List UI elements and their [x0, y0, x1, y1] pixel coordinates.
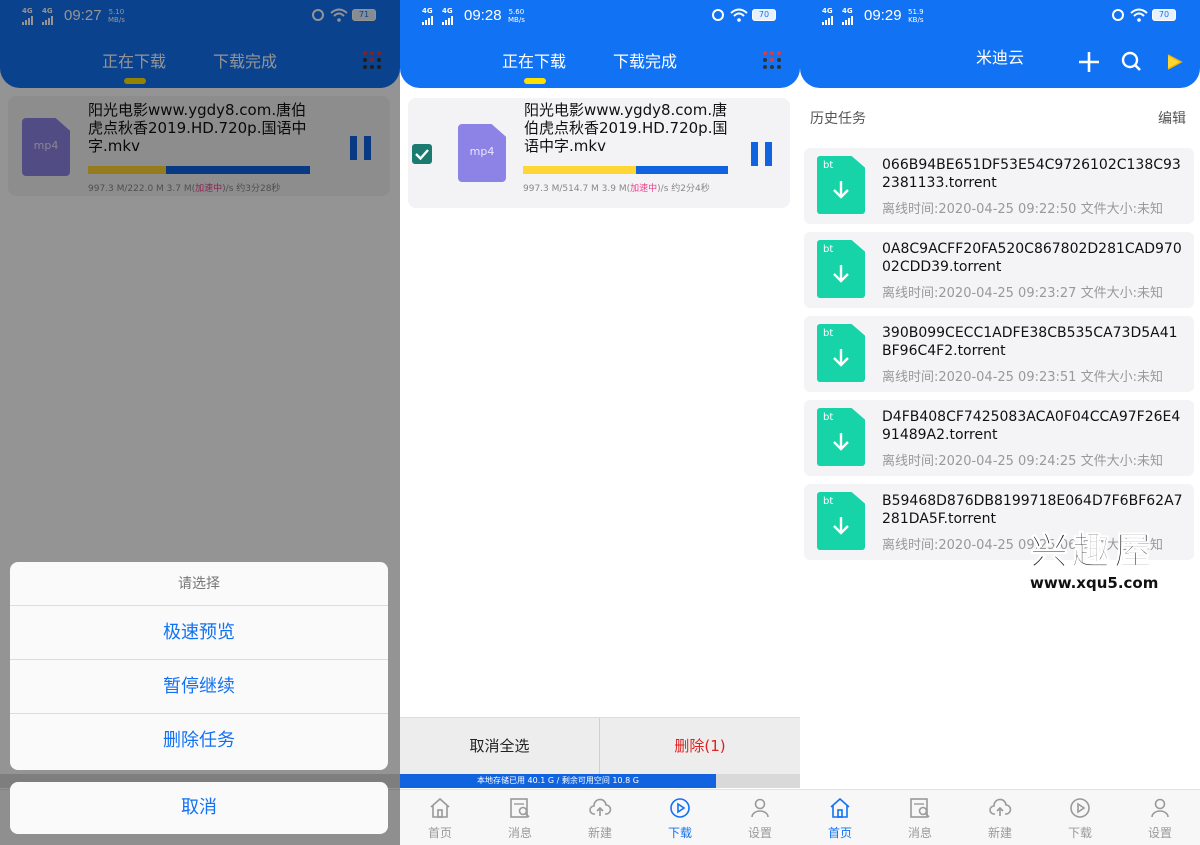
more-grid-icon[interactable] — [763, 51, 783, 71]
screenshot-collage: 4G 4G 09:27 5.10 MB/s 71 正在下载 下载完成 mp4 阳光… — [0, 0, 1200, 845]
delete-task-option[interactable]: 删除任务 — [10, 714, 388, 768]
history-section-title: 历史任务 — [810, 111, 866, 127]
download-card[interactable]: mp4 阳光电影www.ygdy8.com.唐伯虎点秋香2019.HD.720p… — [408, 98, 790, 208]
progress-fill — [523, 166, 636, 174]
home-icon — [430, 797, 450, 818]
battery-indicator: 70 — [1152, 9, 1176, 21]
delete-button[interactable]: 删除(1) — [600, 718, 800, 775]
battery-indicator: 70 — [752, 9, 776, 21]
signal-icon: 4G — [842, 8, 854, 25]
download-title: 阳光电影www.ygdy8.com.唐伯虎点秋香2019.HD.720p.国语中… — [524, 101, 728, 155]
download-arrow-icon — [833, 517, 849, 535]
torrent-file-icon: bt — [817, 408, 865, 466]
storage-bar: 本地存储已用 40.1 G / 剩余可用空间 10.8 G — [400, 774, 716, 788]
nav-messages[interactable]: 消息 — [480, 790, 560, 845]
history-item[interactable]: bt 066B94BE651DF53E54C9726102C138C932381… — [804, 148, 1194, 224]
pause-resume-option[interactable]: 暂停继续 — [10, 660, 388, 714]
nav-new[interactable]: 新建 — [560, 790, 640, 845]
selection-action-bar: 取消全选 删除(1) — [400, 717, 800, 775]
message-search-icon — [910, 798, 930, 818]
quick-preview-option[interactable]: 极速预览 — [10, 606, 388, 660]
watermark-logo: 兴趣屋 — [1030, 529, 1157, 573]
torrent-meta: 离线时间:2020-04-25 09:23:51 文件大小:未知 — [882, 370, 1163, 385]
cloud-upload-icon — [989, 798, 1012, 816]
wifi-icon — [1130, 8, 1148, 22]
download-arrow-icon — [833, 181, 849, 199]
edit-button[interactable]: 编辑 — [1158, 108, 1186, 128]
action-sheet: 请选择 极速预览 暂停继续 删除任务 — [10, 562, 388, 770]
cloud-upload-icon — [589, 798, 612, 816]
panel-downloading-action-sheet: 4G 4G 09:27 5.10 MB/s 71 正在下载 下载完成 mp4 阳光… — [0, 0, 400, 845]
watermark: 兴趣屋 www.xqu5.com — [1030, 529, 1170, 593]
torrent-name: D4FB408CF7425083ACA0F04CCA97F26E491489A2… — [882, 409, 1181, 443]
history-item[interactable]: bt 390B099CECC1ADFE38CB535CA73D5A41BF96C… — [804, 316, 1194, 392]
torrent-name: B59468D876DB8199718E064D7F6BF62A7281DA5F… — [882, 493, 1183, 527]
status-time: 09:29 — [864, 7, 902, 24]
tab-indicator — [524, 78, 546, 84]
nav-home[interactable]: 首页 — [400, 790, 480, 845]
app-header: 4G 4G 09:29 51.9 KB/s 70 米迪云 — [800, 0, 1200, 88]
play-icon[interactable] — [1164, 52, 1184, 72]
deselect-all-button[interactable]: 取消全选 — [400, 718, 600, 775]
alarm-icon — [1112, 9, 1124, 21]
download-progress-bar — [523, 166, 728, 174]
user-icon — [751, 798, 769, 818]
torrent-file-icon: bt — [817, 240, 865, 298]
status-bar: 4G 4G 09:29 51.9 KB/s 70 — [800, 0, 1200, 32]
status-bar: 4G 4G 09:28 5.60 MB/s 70 — [400, 0, 800, 32]
torrent-name: 0A8C9ACFF20FA520C867802D281CAD97002CDD39… — [882, 241, 1182, 275]
video-file-icon: mp4 — [458, 124, 506, 182]
plus-icon[interactable] — [1078, 51, 1100, 73]
action-sheet-title: 请选择 — [10, 562, 388, 606]
signal-icon: 4G — [422, 8, 434, 25]
torrent-file-icon: bt — [817, 324, 865, 382]
nav-download[interactable]: 下载 — [640, 790, 720, 845]
nav-messages[interactable]: 消息 — [880, 790, 960, 845]
torrent-meta: 离线时间:2020-04-25 09:23:27 文件大小:未知 — [882, 286, 1163, 301]
nav-download[interactable]: 下载 — [1040, 790, 1120, 845]
torrent-meta: 离线时间:2020-04-25 09:22:50 文件大小:未知 — [882, 202, 1163, 217]
download-arrow-icon — [833, 349, 849, 367]
select-checkbox[interactable] — [412, 144, 432, 164]
nav-new[interactable]: 新建 — [960, 790, 1040, 845]
message-search-icon — [510, 798, 530, 818]
history-item[interactable]: bt D4FB408CF7425083ACA0F04CCA97F26E49148… — [804, 400, 1194, 476]
play-circle-icon — [1070, 798, 1090, 818]
torrent-meta: 离线时间:2020-04-25 09:24:25 文件大小:未知 — [882, 454, 1163, 469]
download-status: 997.3 M/514.7 M 3.9 M(加速中)/s 约2分4秒 — [523, 184, 710, 194]
wifi-icon — [730, 8, 748, 22]
bottom-navigation: 首页 消息 新建 下载 设置 — [400, 789, 800, 845]
torrent-file-icon: bt — [817, 156, 865, 214]
user-icon — [1151, 798, 1169, 818]
app-header: 4G 4G 09:28 5.60 MB/s 70 正在下载 下载完成 — [400, 0, 800, 88]
tab-downloading[interactable]: 正在下载 — [502, 48, 566, 72]
status-time: 09:28 — [464, 7, 502, 24]
panel-history: 4G 4G 09:29 51.9 KB/s 70 米迪云 历史任务 编辑 bt 0… — [800, 0, 1200, 845]
watermark-url: www.xqu5.com — [1030, 574, 1159, 592]
bottom-navigation: 首页 消息 新建 下载 设置 — [800, 789, 1200, 845]
signal-icon: 4G — [442, 8, 454, 25]
nav-settings[interactable]: 设置 — [720, 790, 800, 845]
play-circle-icon — [670, 798, 690, 818]
nav-home[interactable]: 首页 — [800, 790, 880, 845]
network-speed: 51.9 KB/s — [908, 8, 924, 24]
panel-downloading-select: 4G 4G 09:28 5.60 MB/s 70 正在下载 下载完成 mp4 阳光… — [400, 0, 800, 845]
torrent-file-icon: bt — [817, 492, 865, 550]
home-icon — [830, 797, 850, 818]
signal-icon: 4G — [822, 8, 834, 25]
torrent-name: 066B94BE651DF53E54C9726102C138C932381133… — [882, 157, 1181, 191]
nav-settings[interactable]: 设置 — [1120, 790, 1200, 845]
tab-completed[interactable]: 下载完成 — [613, 48, 677, 72]
alarm-icon — [712, 9, 724, 21]
network-speed: 5.60 MB/s — [508, 8, 525, 24]
download-arrow-icon — [833, 265, 849, 283]
download-arrow-icon — [833, 433, 849, 451]
check-icon — [415, 149, 429, 161]
pause-icon[interactable] — [751, 142, 773, 166]
search-icon[interactable] — [1120, 50, 1142, 72]
history-item[interactable]: bt 0A8C9ACFF20FA520C867802D281CAD97002CD… — [804, 232, 1194, 308]
cancel-button[interactable]: 取消 — [10, 782, 388, 834]
torrent-name: 390B099CECC1ADFE38CB535CA73D5A41BF96C4F2… — [882, 325, 1178, 359]
